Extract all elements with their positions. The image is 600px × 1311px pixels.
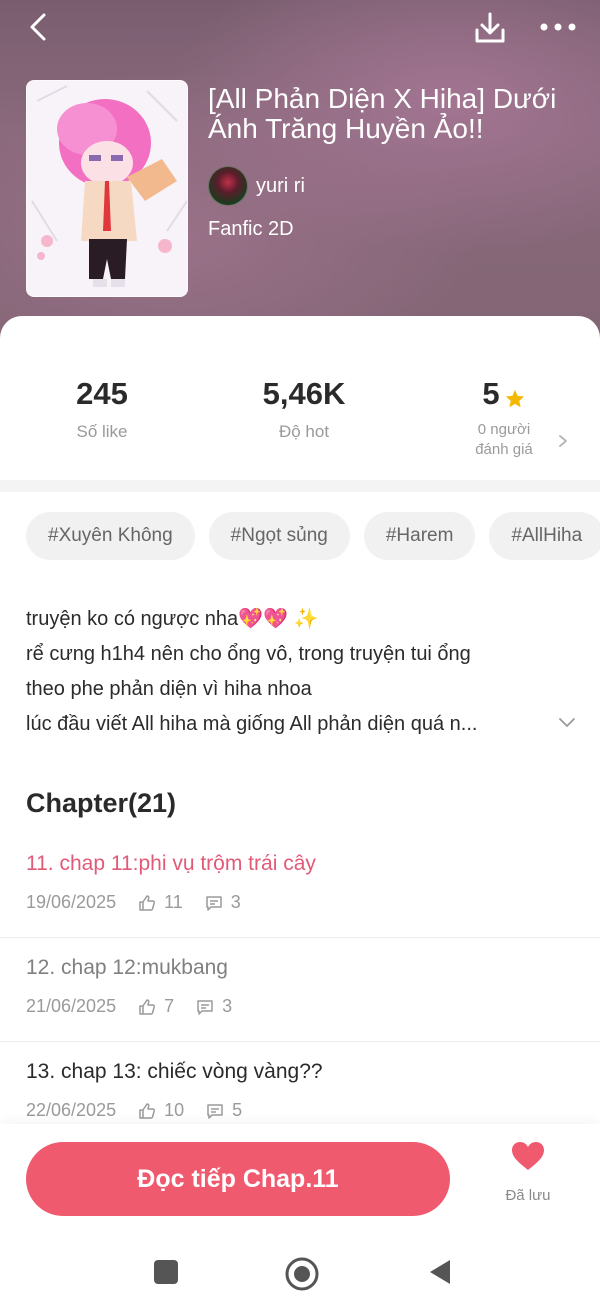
- chapter-separator: [0, 1041, 600, 1042]
- more-options-icon[interactable]: [538, 12, 578, 42]
- rating-label-line1: 0 người: [477, 421, 531, 438]
- bottom-action-bar: Đọc tiếp Chap.11 Đã lưu: [0, 1124, 600, 1234]
- description-line: rể cưng h1h4 nên cho ổng vô, trong truyệ…: [26, 643, 471, 665]
- chapter-item[interactable]: 12. chap 12:mukbang 21/06/2025 7 3: [26, 954, 600, 1058]
- star-icon: [504, 382, 526, 408]
- chapter-separator: [0, 937, 600, 938]
- tag-chip[interactable]: #Harem: [363, 512, 476, 560]
- stats-row: 245 Số like 5,46K Độ hot 5 0 người đánh …: [0, 316, 600, 480]
- comment-icon: [206, 895, 222, 911]
- tag-chip[interactable]: #Xuyên Không: [26, 512, 195, 560]
- author-name[interactable]: yuri ri: [256, 175, 305, 198]
- stat-hot: 5,46K Độ hot: [242, 376, 366, 442]
- rating-value: 5: [482, 376, 500, 411]
- expand-chevron-icon[interactable]: [558, 716, 576, 728]
- hot-label: Độ hot: [278, 422, 330, 441]
- chapter-likes: 11: [164, 892, 183, 912]
- hot-value: 5,46K: [262, 376, 346, 411]
- chapters-header: Chapter(21): [26, 788, 177, 818]
- story-title: [All Phản Diện X Hiha] Dưới Ánh Trăng Hu…: [208, 83, 557, 144]
- chapter-title[interactable]: 11. chap 11:phi vụ trộm trái cây: [26, 850, 600, 878]
- thumbs-up-icon: [139, 1102, 156, 1119]
- thumbs-up-icon: [139, 894, 156, 911]
- comment-icon: [197, 999, 213, 1015]
- description-emoji: 💖💖 ✨: [238, 608, 319, 630]
- tags-row: #Xuyên Không #Ngọt sủng #Harem #AllHiha: [26, 512, 600, 560]
- saved-label: Đã lưu: [505, 1187, 551, 1204]
- chapter-date: 21/06/2025: [26, 996, 117, 1016]
- chapter-meta: 19/06/2025 11 3: [26, 892, 600, 913]
- content-card: 245 Số like 5,46K Độ hot 5 0 người đánh …: [0, 316, 600, 1311]
- chapter-likes: 10: [164, 1100, 185, 1120]
- chapter-comments: 5: [232, 1100, 243, 1120]
- thumbs-up-icon: [139, 998, 156, 1015]
- heart-icon: [512, 1142, 544, 1170]
- likes-label: Số like: [76, 422, 128, 441]
- story-description[interactable]: truyện ko có ngược nha💖💖 ✨ rể cưng h1h4 …: [26, 602, 582, 742]
- story-cover-image[interactable]: [26, 80, 188, 297]
- tag-chip[interactable]: #AllHiha: [489, 512, 600, 560]
- genre-label[interactable]: Fanfic 2D: [208, 218, 294, 241]
- comment-icon: [207, 1103, 223, 1119]
- home-icon[interactable]: [284, 1256, 319, 1291]
- saved-button[interactable]: Đã lưu: [488, 1140, 568, 1204]
- continue-reading-button[interactable]: Đọc tiếp Chap.11: [26, 1142, 450, 1216]
- download-icon[interactable]: [472, 10, 508, 46]
- author-avatar[interactable]: [208, 166, 248, 206]
- tag-chip[interactable]: #Ngọt sủng: [208, 512, 350, 560]
- chapter-date: 22/06/2025: [26, 1100, 117, 1120]
- back-nav-icon[interactable]: [424, 1256, 456, 1288]
- back-icon[interactable]: [24, 12, 54, 42]
- description-line: truyện ko có ngược nha💖💖 ✨: [26, 602, 582, 637]
- chapter-date: 19/06/2025: [26, 892, 117, 912]
- chapter-title[interactable]: 12. chap 12:mukbang: [26, 954, 600, 982]
- author-row[interactable]: yuri ri: [208, 166, 305, 206]
- stat-likes: 245 Số like: [52, 376, 152, 442]
- chapter-likes: 7: [164, 996, 175, 1016]
- rating-value-row: 5: [456, 376, 552, 412]
- system-navigation-bar: [0, 1234, 600, 1311]
- chevron-right-icon[interactable]: [556, 434, 570, 448]
- chapter-item[interactable]: 11. chap 11:phi vụ trộm trái cây 19/06/2…: [26, 850, 600, 954]
- description-line1-text: truyện ko có ngược nha: [26, 608, 239, 630]
- chapter-meta: 22/06/2025 10 5: [26, 1100, 600, 1121]
- chapter-comments: 3: [222, 996, 233, 1016]
- rating-label: 0 người đánh giá: [456, 420, 552, 460]
- section-divider: [0, 480, 600, 492]
- stat-rating[interactable]: 5 0 người đánh giá: [456, 376, 552, 460]
- chapter-comments: 3: [230, 892, 241, 912]
- description-line: lúc đầu viết All hiha mà giống All phản …: [26, 713, 478, 735]
- chapter-meta: 21/06/2025 7 3: [26, 996, 600, 1017]
- chapter-title[interactable]: 13. chap 13: chiếc vòng vàng??: [26, 1058, 600, 1086]
- rating-label-line2: đánh giá: [475, 441, 533, 458]
- top-bar: [0, 0, 600, 56]
- description-line: theo phe phản diện vì hiha nhoa: [26, 678, 312, 700]
- recent-apps-icon[interactable]: [150, 1256, 182, 1288]
- likes-value: 245: [76, 376, 128, 411]
